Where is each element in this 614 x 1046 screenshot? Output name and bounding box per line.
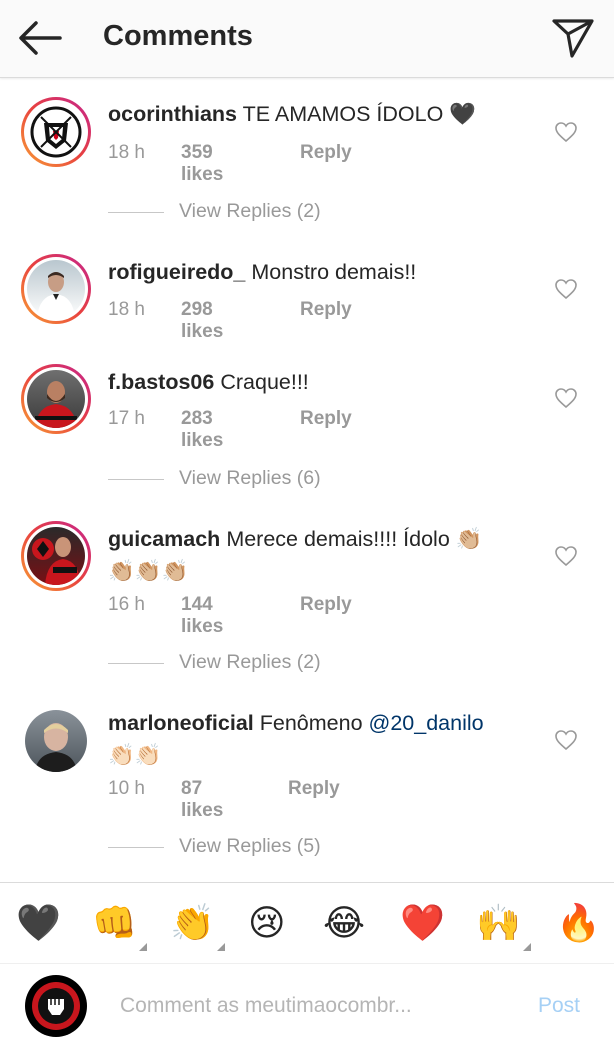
profile-photo: [35, 381, 77, 428]
comment-body-continued: 👏🏼👏🏼👏🏼: [108, 559, 189, 583]
likes-count[interactable]: 87 likes: [181, 778, 223, 822]
heart-icon[interactable]: [554, 278, 578, 300]
comment-username[interactable]: guicamach: [108, 527, 220, 551]
comment-input[interactable]: Comment as meutimaocombr...: [120, 994, 412, 1018]
black-heart-emoji[interactable]: 🖤: [16, 901, 61, 945]
clap-emoji[interactable]: 👏: [170, 901, 225, 951]
top-bar: Comments: [0, 0, 614, 78]
my-avatar: [25, 975, 87, 1037]
comment-username[interactable]: f.bastos06: [108, 370, 214, 394]
view-replies-label: View Replies (2): [179, 651, 321, 673]
comment-time: 16 h: [108, 594, 145, 615]
comment-body-continued: 👏🏻👏🏻: [108, 743, 162, 767]
fist-logo-icon: [32, 982, 80, 1030]
comment-time: 10 h: [108, 778, 145, 799]
crying-emoji[interactable]: 😢: [248, 901, 286, 945]
avatar[interactable]: [21, 521, 91, 591]
mention-link[interactable]: @20_danilo: [369, 711, 484, 735]
heart-icon[interactable]: [554, 729, 578, 751]
comment-meta: 10 h 87 likes Reply: [108, 778, 340, 821]
likes-count[interactable]: 298 likes: [181, 299, 223, 343]
reply-button[interactable]: Reply: [288, 778, 340, 800]
fire-emoji[interactable]: 🔥: [556, 901, 601, 945]
post-button[interactable]: Post: [538, 994, 580, 1018]
comment-body: TE AMAMOS ÍDOLO 🖤: [242, 102, 477, 126]
comment-body: Fenômeno: [259, 711, 369, 735]
comment-text: guicamach Merece demais!!!! Ídolo 👏🏼 👏🏼👏…: [108, 523, 528, 587]
fist-emoji[interactable]: 👊: [92, 901, 147, 951]
view-replies-label: View Replies (2): [179, 200, 321, 222]
profile-photo: [32, 537, 81, 585]
heart-icon[interactable]: [554, 121, 578, 143]
comment-meta: 17 h 283 likes Reply: [108, 408, 352, 451]
reply-button[interactable]: Reply: [300, 594, 352, 616]
fist-emoji-glyph: 👊: [92, 902, 137, 943]
direct-send-icon[interactable]: [550, 14, 596, 60]
comment-username[interactable]: marloneoficial: [108, 711, 254, 735]
corinthians-logo-icon: [30, 106, 82, 158]
comment-text: marloneoficial Fenômeno @20_danilo 👏🏻👏🏻: [108, 707, 528, 771]
profile-photo: [37, 272, 75, 318]
likes-count[interactable]: 283 likes: [181, 408, 223, 452]
quick-emoji-bar: 🖤 👊 👏 😢 😂 ❤️ 🙌 🔥: [0, 882, 614, 964]
likes-count[interactable]: 144 likes: [181, 594, 223, 638]
red-heart-emoji[interactable]: ❤️: [400, 901, 445, 945]
raising-hands-emoji-glyph: 🙌: [476, 902, 521, 943]
avatar[interactable]: [21, 97, 91, 167]
reply-button[interactable]: Reply: [300, 299, 352, 321]
reply-button[interactable]: Reply: [300, 408, 352, 430]
comment-time: 18 h: [108, 299, 145, 320]
tears-of-joy-emoji[interactable]: 😂: [323, 901, 365, 945]
profile-photo: [35, 723, 77, 772]
arrow-left-icon[interactable]: [16, 18, 64, 58]
avatar[interactable]: [21, 254, 91, 324]
comment-time: 18 h: [108, 142, 145, 163]
likes-count[interactable]: 359 likes: [181, 142, 223, 186]
comment-meta: 18 h 359 likes Reply: [108, 142, 352, 185]
view-replies-label: View Replies (5): [179, 835, 321, 857]
comment-time: 17 h: [108, 408, 145, 429]
raising-hands-emoji[interactable]: 🙌: [476, 901, 531, 951]
view-replies-label: View Replies (6): [179, 467, 321, 489]
comment-body: Craque!!!: [220, 370, 309, 394]
comment-text: rofigueiredo_ Monstro demais!!: [108, 256, 528, 288]
comment-meta: 16 h 144 likes Reply: [108, 594, 352, 637]
clap-emoji-glyph: 👏: [170, 902, 215, 943]
comment-text: ocorinthians TE AMAMOS ÍDOLO 🖤: [108, 98, 528, 130]
comment-body: Merece demais!!!! Ídolo 👏🏼: [226, 527, 483, 551]
heart-icon[interactable]: [554, 545, 578, 567]
avatar[interactable]: [25, 710, 87, 772]
comment-username[interactable]: ocorinthians: [108, 102, 237, 126]
comment-input-bar: Comment as meutimaocombr... Post: [0, 965, 614, 1046]
comment-meta: 18 h 298 likes Reply: [108, 299, 352, 342]
page-title: Comments: [103, 20, 253, 52]
heart-icon[interactable]: [554, 387, 578, 409]
comment-body: Monstro demais!!: [251, 260, 417, 284]
comment-username[interactable]: rofigueiredo_: [108, 260, 245, 284]
reply-button[interactable]: Reply: [300, 142, 352, 164]
avatar[interactable]: [21, 364, 91, 434]
comment-text: f.bastos06 Craque!!!: [108, 366, 528, 398]
